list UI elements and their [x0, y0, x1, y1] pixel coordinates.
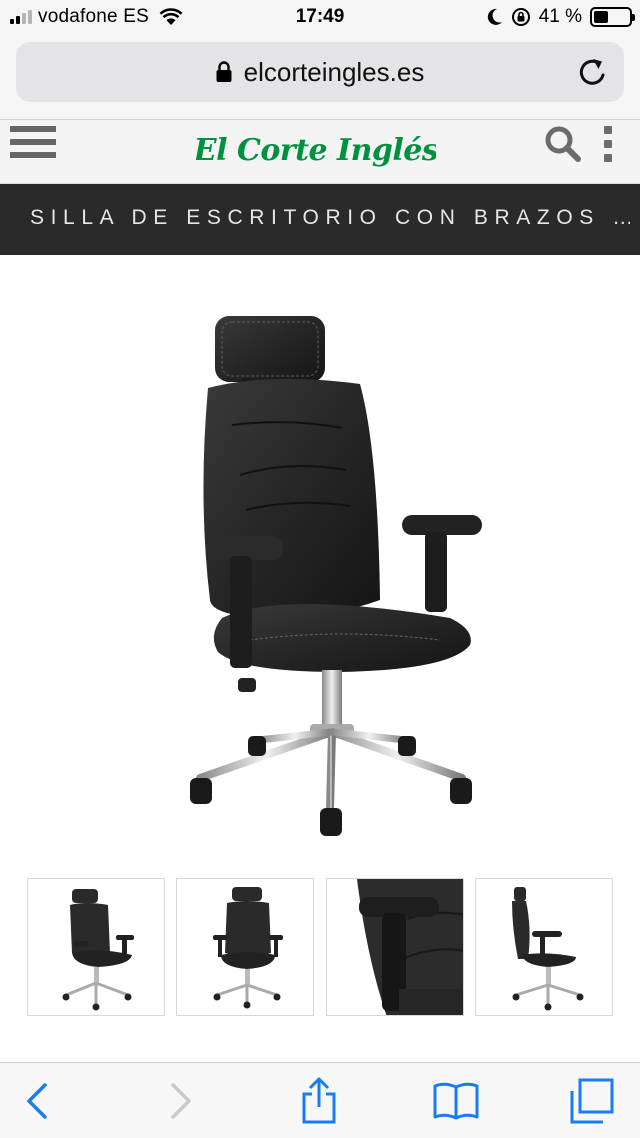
product-title: SILLA DE ESCRITORIO CON BRAZOS …	[30, 206, 630, 229]
lock-icon	[216, 61, 232, 82]
status-bar: vodafone ES 17:49 41 %	[0, 0, 640, 36]
battery-icon	[590, 7, 635, 27]
url-text: elcorteingles.es	[243, 56, 425, 87]
battery-percent: 41 %	[538, 6, 582, 27]
forward-icon[interactable]	[156, 1077, 204, 1125]
thumbnail-3[interactable]	[326, 878, 464, 1016]
product-main-image[interactable]	[150, 300, 500, 845]
thumbnail-3-image	[357, 879, 463, 1015]
thumbnail-4-image	[512, 887, 584, 1011]
thumbnail-4[interactable]	[475, 878, 613, 1016]
reload-icon[interactable]	[576, 55, 610, 89]
bookmarks-icon[interactable]	[432, 1077, 480, 1125]
svg-text:El Corte Inglés: El Corte Inglés	[196, 133, 436, 168]
status-right: 41 %	[487, 6, 635, 28]
back-icon[interactable]	[14, 1077, 62, 1125]
more-vertical-icon[interactable]	[600, 126, 616, 166]
thumbnail-2-image	[213, 887, 283, 1009]
product-title-bar: SILLA DE ESCRITORIO CON BRAZOS …	[0, 184, 640, 255]
share-icon[interactable]	[295, 1077, 343, 1125]
thumbnail-1[interactable]	[27, 878, 165, 1016]
thumbnail-1-image	[62, 889, 134, 1011]
menu-icon[interactable]	[10, 126, 56, 166]
search-icon[interactable]	[543, 124, 583, 164]
thumbnail-2[interactable]	[176, 878, 314, 1016]
address-bar[interactable]: elcorteingles.es	[16, 42, 624, 102]
address-content: elcorteingles.es	[16, 42, 624, 102]
moon-icon	[487, 8, 502, 25]
orientation-lock-icon	[511, 8, 530, 26]
browser-toolbar	[0, 1062, 640, 1138]
site-logo[interactable]: El Corte Inglés	[196, 122, 436, 180]
thumbnail-strip	[27, 878, 613, 1016]
site-header: El Corte Inglés	[0, 120, 640, 184]
browser-url-area: elcorteingles.es	[0, 36, 640, 120]
battery-fill	[594, 11, 608, 23]
tabs-icon[interactable]	[568, 1077, 616, 1125]
